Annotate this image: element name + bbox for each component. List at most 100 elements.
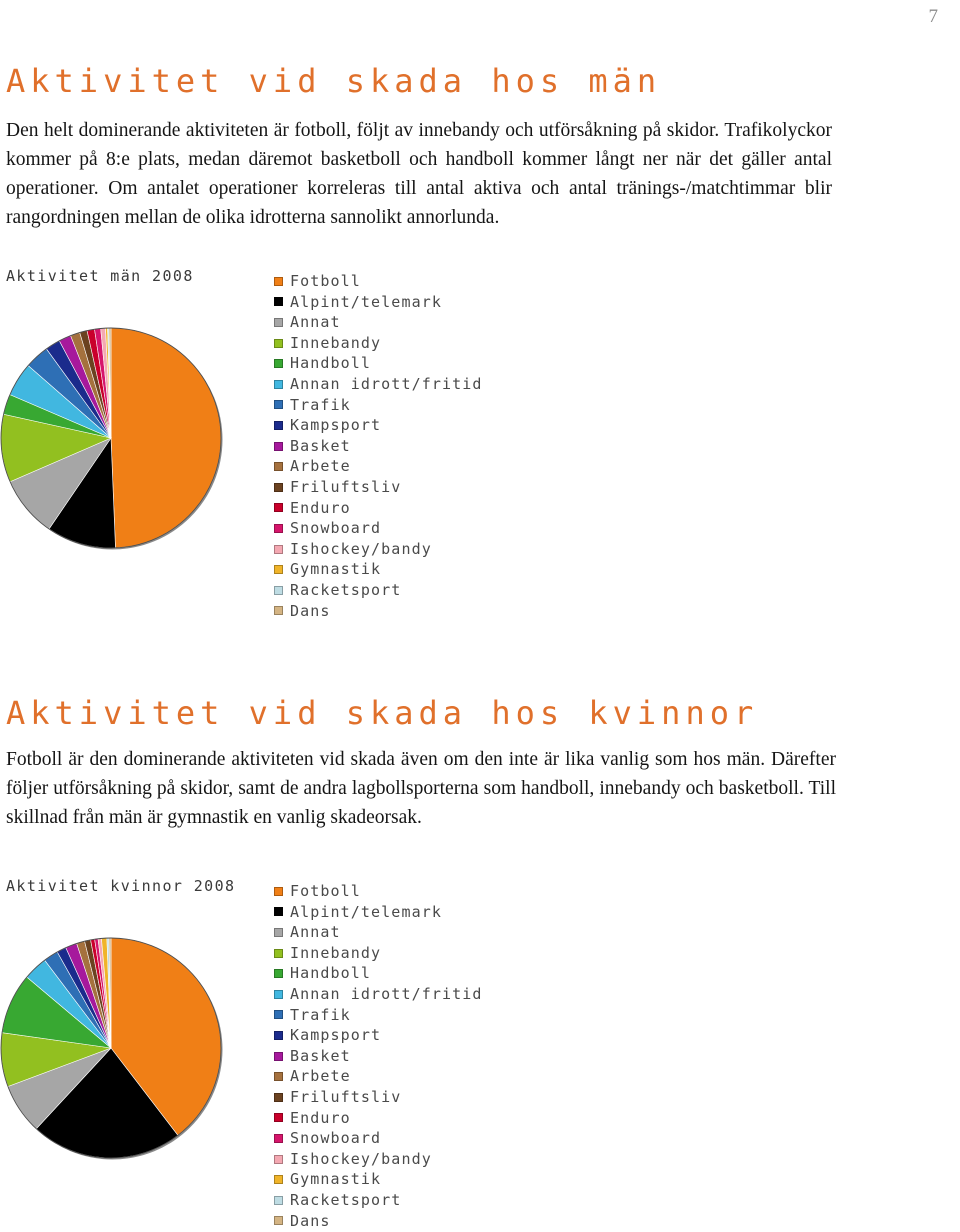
legend-item: Annat [274, 922, 482, 943]
legend-swatch-snowboard [274, 523, 283, 533]
legend-item: Arbete [274, 1066, 482, 1087]
legend-label: Gymnastik [290, 1170, 382, 1189]
legend-item: Friluftsliv [274, 477, 482, 498]
legend-swatch-innebandy [274, 338, 283, 348]
legend-label: Arbete [290, 1067, 351, 1086]
pie-chart-kvinnor [0, 936, 223, 1160]
legend-swatch-annan-idrott-fritid [274, 379, 283, 389]
legend-swatch-kampsport [274, 420, 283, 430]
legend-swatch-ishockey-bandy [274, 544, 283, 554]
legend-label: Fotboll [290, 882, 361, 900]
legend-swatch-trafik [274, 400, 283, 410]
legend-swatch-dans [274, 1216, 283, 1226]
legend-label: Racketsport [290, 1190, 402, 1209]
legend-swatch-arbete [274, 1072, 283, 1082]
legend-item: Enduro [274, 1108, 482, 1129]
legend-swatch-ishockey-bandy [274, 1154, 283, 1164]
legend-swatch-arbete [274, 462, 283, 472]
legend-item: Racketsport [274, 1190, 482, 1211]
legend-swatch-enduro [274, 503, 283, 513]
legend-item: Gymnastik [274, 559, 482, 580]
legend-label: Alpint/telemark [290, 292, 442, 311]
legend-label: Dans [290, 601, 331, 620]
legend-swatch-alpint-telemark [274, 297, 283, 307]
legend-item: Trafik [274, 395, 482, 416]
legend-swatch-basket [274, 441, 283, 451]
legend-label: Annan idrott/fritid [290, 374, 483, 393]
legend-label: Kampsport [290, 416, 382, 435]
legend-swatch-fotboll [274, 886, 283, 896]
legend-item: Annat [274, 312, 482, 333]
legend-swatch-innebandy [274, 948, 283, 958]
legend-item: Arbete [274, 456, 482, 477]
legend-label: Dans [290, 1211, 331, 1230]
legend-item: Basket [274, 436, 482, 457]
legend-label: Basket [290, 1046, 351, 1065]
legend-label: Handboll [290, 354, 372, 373]
legend-item: Handboll [274, 353, 482, 374]
legend-item: Trafik [274, 1005, 482, 1026]
legend-swatch-annan-idrott-fritid [274, 989, 283, 999]
legend-label: Gymnastik [290, 560, 382, 579]
legend-swatch-trafik [274, 1010, 283, 1020]
legend-label: Snowboard [290, 519, 382, 538]
legend-swatch-racketsport [274, 1195, 283, 1205]
legend-label: Trafik [290, 1005, 351, 1024]
legend-swatch-handboll [274, 969, 283, 979]
legend-label: Annat [290, 923, 341, 942]
pie-svg-kvinnor [0, 937, 223, 1160]
legend-label: Racketsport [290, 580, 402, 599]
chart-kvinnor-2008: Aktivitet kvinnor 2008 Fotboll Alpint/tel… [0, 872, 960, 1232]
legend-item: Dans [274, 601, 482, 622]
legend-swatch-gymnastik [274, 1175, 283, 1185]
legend-item: Basket [274, 1046, 482, 1067]
legend-label: Arbete [290, 457, 351, 476]
legend-swatch-fotboll [274, 276, 283, 286]
legend-kvinnor: Fotboll Alpint/telemark Annat Innebandy Hand… [274, 881, 482, 1231]
page-title-man: Aktivitet vid skada hos män [6, 62, 662, 100]
legend-item: Snowboard [274, 1128, 482, 1149]
legend-man: Fotboll Alpint/telemark Annat Innebandy Hand… [274, 271, 482, 621]
paragraph-kvinnor: Fotboll är den dominerande aktiviteten v… [6, 749, 836, 828]
legend-swatch-gymnastik [274, 565, 283, 575]
legend-label: Friluftsliv [290, 1087, 402, 1106]
legend-label: Enduro [290, 1108, 351, 1127]
legend-label: Handboll [290, 964, 372, 983]
pie-slice-fotboll [110, 327, 222, 549]
legend-item: Alpint/telemark [274, 902, 482, 923]
legend-item: Kampsport [274, 415, 482, 436]
legend-item: Ishockey/bandy [274, 1149, 482, 1170]
legend-label: Annan idrott/fritid [290, 984, 483, 1003]
legend-item: Innebandy [274, 333, 482, 354]
chart-title-man: Aktivitet män 2008 [6, 267, 194, 285]
legend-label: Innebandy [290, 943, 382, 962]
legend-label: Ishockey/bandy [290, 539, 432, 558]
legend-item: Ishockey/bandy [274, 539, 482, 560]
legend-item: Fotboll [274, 881, 482, 902]
legend-label: Alpint/telemark [290, 902, 442, 921]
legend-swatch-enduro [274, 1113, 283, 1123]
legend-swatch-annat [274, 317, 283, 327]
legend-item: Snowboard [274, 518, 482, 539]
legend-label: Fotboll [290, 272, 361, 290]
legend-swatch-racketsport [274, 585, 283, 595]
legend-swatch-dans [274, 606, 283, 616]
legend-label: Trafik [290, 395, 351, 414]
legend-label: Ishockey/bandy [290, 1149, 432, 1168]
legend-swatch-kampsport [274, 1030, 283, 1040]
paragraph-man: Den helt dominerande aktiviteten är fotb… [6, 120, 832, 228]
legend-swatch-friluftsliv [274, 482, 283, 492]
legend-item: Annan idrott/fritid [274, 984, 482, 1005]
legend-swatch-snowboard [274, 1133, 283, 1143]
legend-swatch-handboll [274, 359, 283, 369]
page-title-kvinnor: Aktivitet vid skada hos kvinnor [6, 694, 759, 732]
legend-item: Fotboll [274, 271, 482, 292]
legend-label: Snowboard [290, 1129, 382, 1148]
pie-chart-man [0, 326, 223, 550]
legend-label: Friluftsliv [290, 477, 402, 496]
legend-swatch-friluftsliv [274, 1092, 283, 1102]
legend-item: Alpint/telemark [274, 292, 482, 313]
legend-item: Handboll [274, 963, 482, 984]
pie-svg-man [0, 327, 223, 550]
legend-swatch-annat [274, 927, 283, 937]
